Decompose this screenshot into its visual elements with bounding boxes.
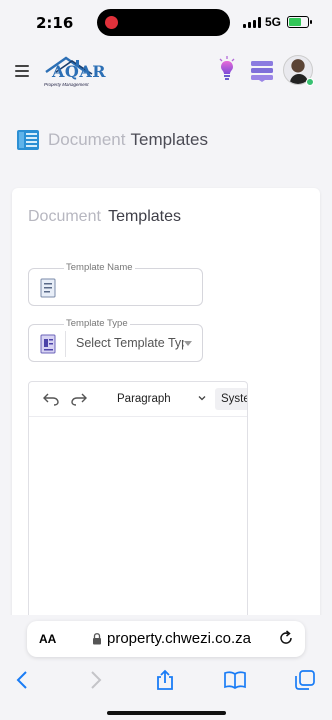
network-type: 5G xyxy=(265,15,282,29)
caret-down-icon xyxy=(184,341,192,346)
address-bar[interactable]: AA property.chwezi.co.za xyxy=(27,621,305,657)
block-format-select[interactable]: Paragraph xyxy=(111,388,211,410)
layers-icon[interactable] xyxy=(250,60,274,82)
logo[interactable]: AQAR Property Management xyxy=(42,54,106,90)
page-title-light: Document xyxy=(48,130,126,149)
template-type-select[interactable]: Template Type Select Template Type xyxy=(28,318,203,362)
bookmarks-icon[interactable] xyxy=(224,669,246,691)
logo-subtext: Property Management xyxy=(44,82,89,87)
online-status-dot xyxy=(306,78,314,86)
template-name-input[interactable] xyxy=(69,277,194,299)
redo-icon[interactable] xyxy=(71,392,87,406)
template-name-field[interactable]: Template Name xyxy=(28,262,203,306)
menu-icon[interactable] xyxy=(15,65,29,77)
browser-bar: AA property.chwezi.co.za xyxy=(0,615,332,720)
block-format-value: Paragraph xyxy=(117,393,171,405)
document-type-icon xyxy=(40,334,56,354)
forward-icon[interactable] xyxy=(84,669,106,691)
document-icon xyxy=(40,278,56,298)
recording-indicator-icon xyxy=(105,16,118,29)
card-title: Document Templates xyxy=(28,208,181,226)
lock-icon xyxy=(93,633,101,645)
reload-icon[interactable] xyxy=(278,630,294,646)
dynamic-island xyxy=(97,9,230,36)
font-family-value: System Font xyxy=(221,393,247,405)
signal-icon xyxy=(243,17,261,28)
status-bar: 2:16 5G xyxy=(0,0,332,46)
font-family-select[interactable]: System Font xyxy=(215,388,247,410)
rich-text-editor[interactable]: Paragraph System Font xyxy=(28,381,248,631)
page-title: Document Templates xyxy=(16,128,208,152)
templates-card: Document Templates Template Name Templat… xyxy=(12,188,320,631)
template-type-value: Select Template Type xyxy=(76,336,184,350)
text-size-button[interactable]: AA xyxy=(39,632,56,646)
page-title-dark: Templates xyxy=(130,130,208,149)
back-icon[interactable] xyxy=(12,669,34,691)
card-title-dark: Templates xyxy=(108,208,181,225)
status-time: 2:16 xyxy=(36,14,74,32)
document-table-icon xyxy=(17,130,39,150)
url-text: property.chwezi.co.za xyxy=(107,630,251,647)
undo-icon[interactable] xyxy=(43,392,59,406)
field-divider xyxy=(65,331,66,357)
tabs-icon[interactable] xyxy=(294,669,316,691)
logo-text: AQAR xyxy=(52,62,107,81)
share-icon[interactable] xyxy=(154,669,176,691)
template-type-label: Template Type xyxy=(64,318,130,329)
battery-icon xyxy=(287,16,312,28)
template-name-label: Template Name xyxy=(64,262,135,273)
chevron-down-icon xyxy=(198,396,206,401)
editor-toolbar: Paragraph System Font xyxy=(29,382,247,417)
home-indicator xyxy=(107,711,226,715)
app-header: AQAR Property Management xyxy=(0,46,332,98)
lightbulb-icon[interactable] xyxy=(218,56,236,82)
card-title-light: Document xyxy=(28,208,101,225)
